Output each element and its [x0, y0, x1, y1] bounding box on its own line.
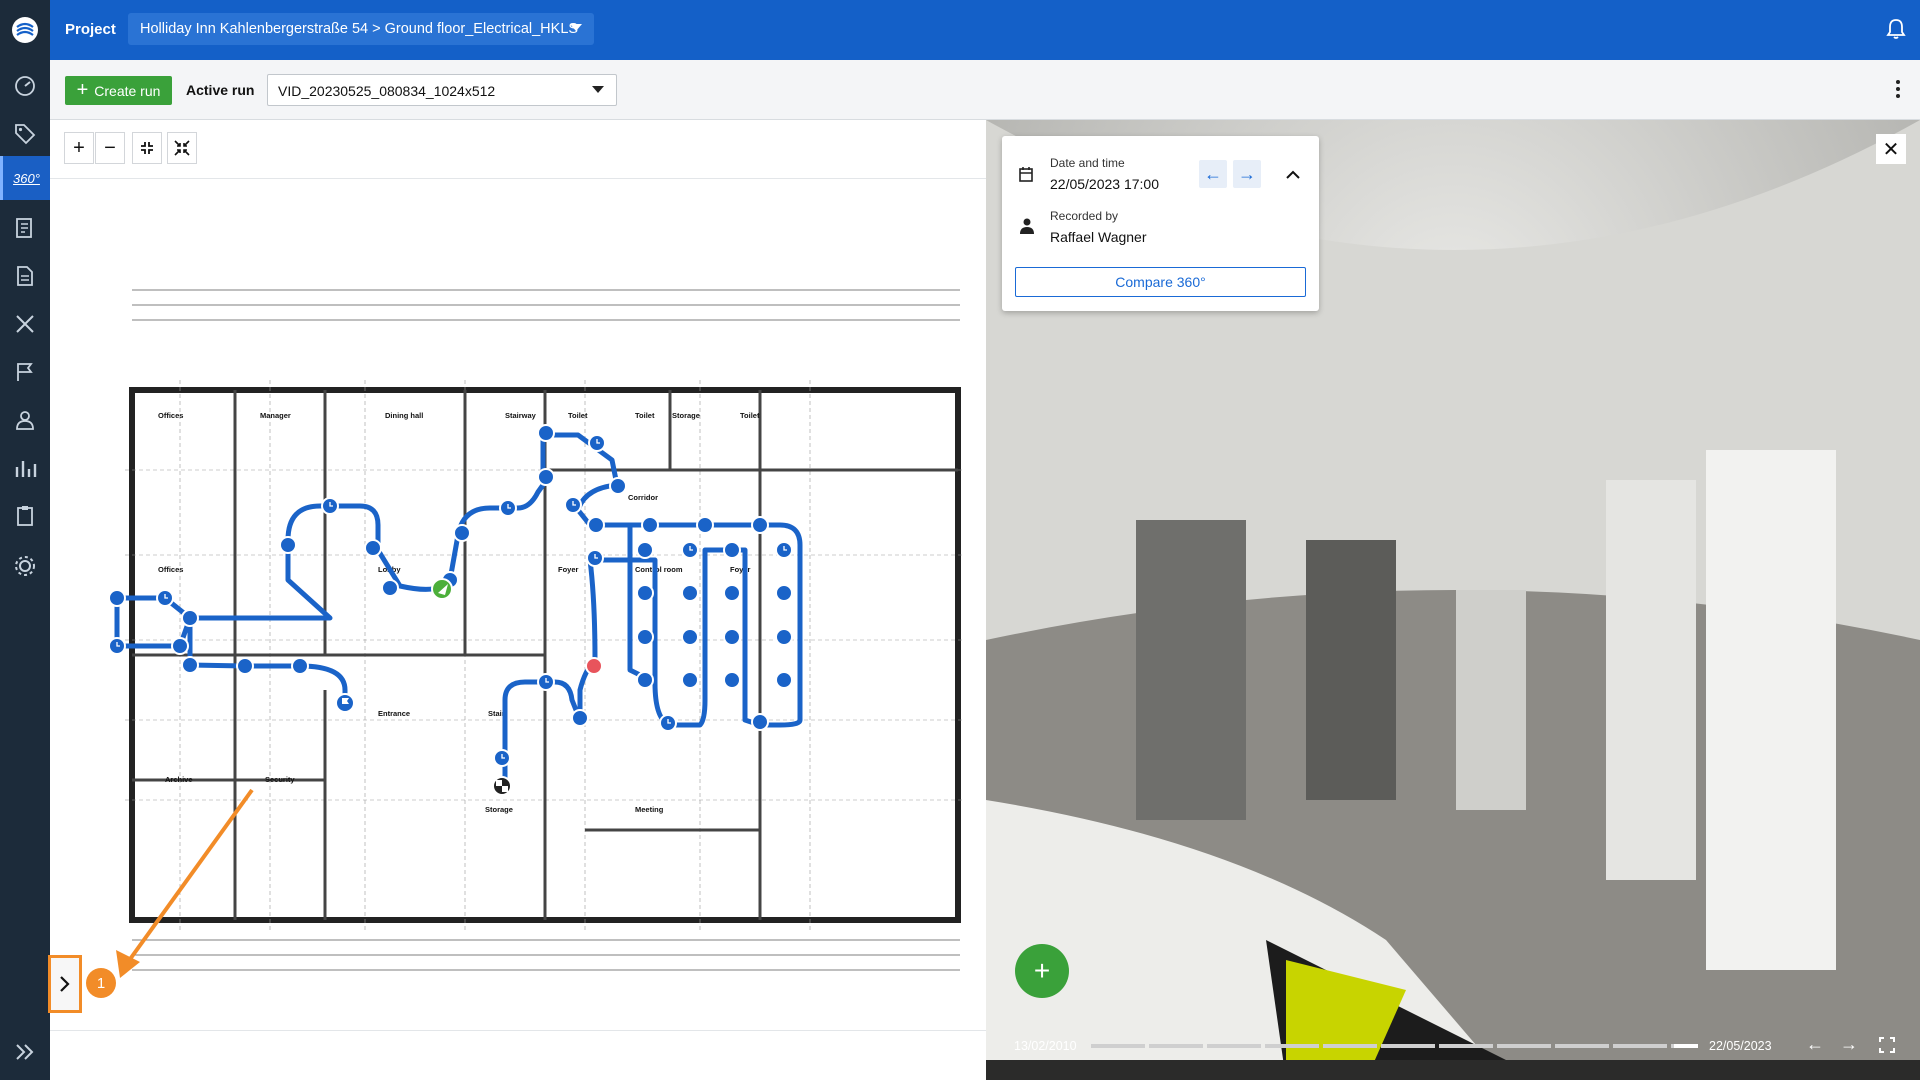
arrow-right-icon[interactable]: → [1840, 1034, 1858, 1055]
plus-icon: + [76, 78, 89, 101]
floor-plan-panel: + − Offices Manager Dining hall Stairway… [50, 120, 986, 1080]
zoom-in-button[interactable]: + [64, 132, 94, 164]
fit-view-button[interactable] [132, 132, 162, 164]
timeline-bar: 13/02/2010 22/05/2023 ← → [986, 1030, 1920, 1060]
room-label: Offices [158, 411, 183, 420]
room-label: Offices [158, 565, 183, 574]
active-run-select[interactable]: VID_20230525_080834_1024x512 [267, 74, 617, 106]
nav-360-label: 360° [13, 170, 40, 186]
current-position-icon [431, 578, 453, 600]
documents-icon[interactable] [0, 206, 50, 250]
recorded-value: Raffael Wagner [1050, 229, 1147, 245]
room-label: Control room [635, 565, 683, 574]
expand-view-button[interactable] [167, 132, 197, 164]
recorded-label: Recorded by [1050, 209, 1119, 223]
date-label: Date and time [1050, 156, 1125, 170]
user-icon[interactable] [0, 398, 50, 442]
next-capture-button[interactable]: → [1233, 160, 1261, 188]
person-icon [1020, 218, 1034, 234]
timeline-start-date: 13/02/2010 [1014, 1039, 1077, 1053]
room-label: Meeting [635, 805, 664, 814]
room-label: Toilet [740, 411, 760, 420]
360-icon[interactable]: 360° [0, 156, 50, 200]
create-run-button[interactable]: + Create run [65, 76, 172, 105]
finish-flag-icon [492, 776, 512, 796]
room-label: Toilet [568, 411, 588, 420]
calendar-icon [1019, 167, 1033, 182]
project-select[interactable]: Holliday Inn Kahlenbergerstraße 54 > Gro… [128, 13, 594, 45]
room-label: Archive [165, 775, 193, 784]
room-label: Dining hall [385, 411, 423, 420]
top-bar: Project Holliday Inn Kahlenbergerstraße … [50, 0, 1920, 60]
fullscreen-icon[interactable] [1879, 1037, 1895, 1053]
map-divider [50, 178, 986, 179]
file-icon[interactable] [0, 254, 50, 298]
room-label: Stair [488, 709, 505, 718]
room-label: Toilet [635, 411, 655, 420]
compare-360-button[interactable]: Compare 360° [1015, 267, 1306, 297]
room-label: Manager [260, 411, 291, 420]
previous-capture-button[interactable]: ← [1199, 160, 1227, 188]
chevron-right-icon [60, 976, 70, 992]
floor-plan[interactable]: Offices Manager Dining hall Stairway Toi… [110, 200, 970, 990]
flag-icon[interactable] [0, 350, 50, 394]
timeline-track[interactable] [1091, 1044, 1697, 1048]
clipboard-icon[interactable] [0, 494, 50, 538]
date-value: 22/05/2023 17:00 [1050, 176, 1159, 192]
active-run-value: VID_20230525_080834_1024x512 [278, 83, 496, 99]
project-select-value: Holliday Inn Kahlenbergerstraße 54 > Gro… [140, 21, 579, 37]
dashboard-icon[interactable] [0, 64, 50, 108]
room-label: Entrance [378, 709, 410, 718]
chevron-down-icon [570, 24, 582, 31]
map-bottom-divider [50, 1030, 986, 1031]
settings-icon[interactable] [0, 544, 50, 588]
fit-icon [141, 142, 153, 154]
active-run-label: Active run [186, 82, 255, 98]
create-run-label: Create run [94, 82, 161, 99]
close-viewer-button[interactable]: ✕ [1876, 134, 1906, 164]
zoom-out-button[interactable]: − [95, 132, 125, 164]
capture-info-card: Date and time 22/05/2023 17:00 ← → Recor… [1002, 136, 1319, 311]
chart-icon[interactable] [0, 446, 50, 490]
double-chevron-right-icon[interactable] [0, 1032, 50, 1072]
timeline-end-date: 22/05/2023 [1709, 1039, 1772, 1053]
sidebar: 360° [0, 0, 50, 1080]
timeline-thumb[interactable] [1674, 1044, 1698, 1048]
room-label: Corridor [628, 493, 658, 502]
tools-icon[interactable] [0, 302, 50, 346]
collapse-icon [174, 140, 190, 156]
app-logo[interactable] [0, 0, 50, 60]
project-label: Project [65, 21, 116, 38]
add-annotation-button[interactable]: + [1015, 944, 1069, 998]
step-badge: 1 [86, 968, 116, 998]
room-label: Stairway [505, 411, 537, 420]
arrow-left-icon[interactable]: ← [1806, 1034, 1824, 1055]
bell-icon[interactable] [1886, 18, 1906, 45]
more-options-icon[interactable] [1896, 80, 1900, 101]
room-label: Security [265, 775, 295, 784]
chevron-down-icon [592, 86, 604, 93]
tag-icon[interactable] [0, 112, 50, 156]
issue-marker-icon [585, 657, 603, 675]
room-label: Storage [672, 411, 700, 420]
chevron-up-icon[interactable] [1286, 170, 1300, 179]
room-label: Storage [485, 805, 513, 814]
room-label: Foyer [558, 565, 579, 574]
run-toolbar: + Create run Active run VID_20230525_080… [50, 60, 1920, 120]
expand-panel-button[interactable] [48, 955, 82, 1013]
